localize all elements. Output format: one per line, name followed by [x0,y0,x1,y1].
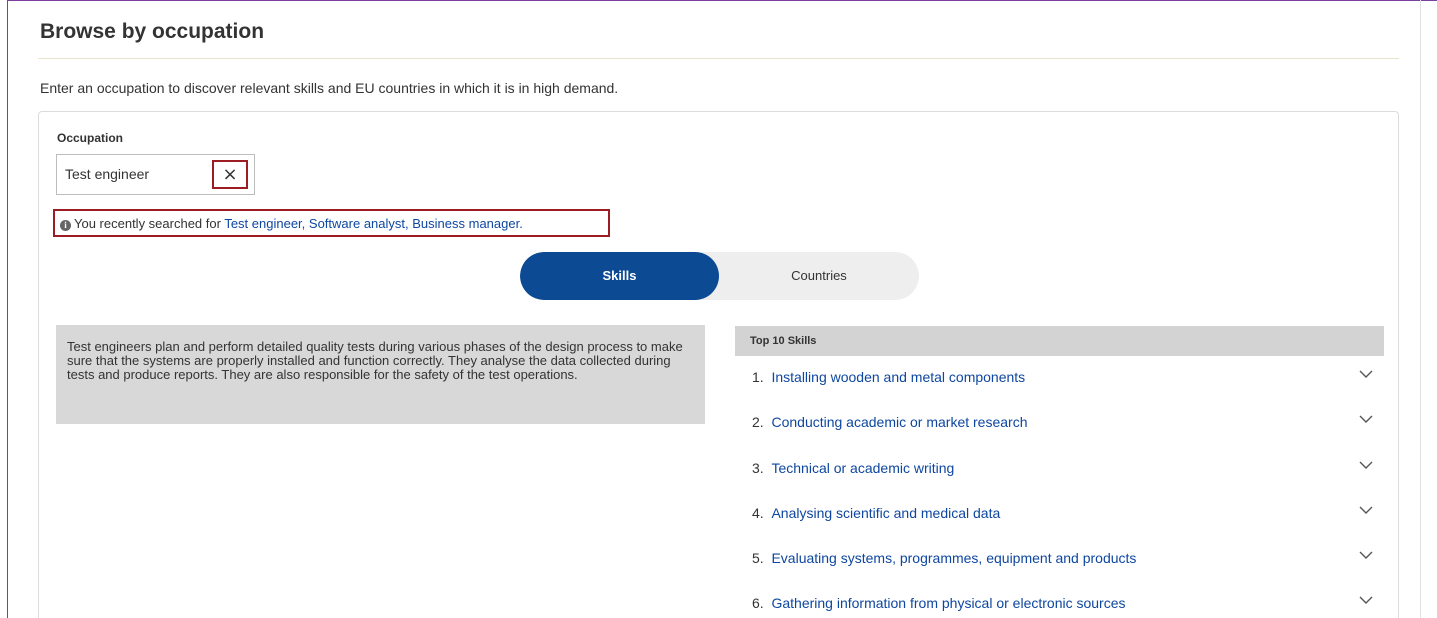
chevron-down-icon[interactable] [1358,547,1374,563]
chevron-down-icon[interactable] [1358,502,1374,518]
skill-number: 3. [752,460,764,476]
skill-label: Installing wooden and metal components [771,369,1026,385]
occupation-label: Occupation [57,131,124,145]
info-circle-icon: i [60,220,71,231]
skill-label: Technical or academic writing [771,460,955,476]
chevron-down-icon[interactable] [1358,592,1374,608]
skill-label: Gathering information from physical or e… [771,595,1126,611]
tab-skills[interactable]: Skills [520,252,719,300]
skill-item[interactable]: 5. Evaluating systems, programmes, equip… [735,543,1384,573]
skill-number: 4. [752,505,764,521]
skill-number: 2. [752,414,764,430]
skills-list-header: Top 10 Skills [735,326,1384,356]
close-icon: × [222,164,238,185]
skill-item[interactable]: 4. Analysing scientific and medical data [735,498,1384,528]
recent-suffix: . [519,216,523,231]
recent-link-software-analyst[interactable]: Software analyst [309,216,405,231]
intro-text: Enter an occupation to discover relevant… [40,80,619,96]
recent-link-test-engineer[interactable]: Test engineer [224,216,301,231]
view-toggle: Skills Countries [520,252,919,300]
skill-number: 6. [752,595,764,611]
clear-occupation-button[interactable]: × [212,160,248,189]
skill-item[interactable]: 3. Technical or academic writing [735,453,1384,483]
skill-label: Evaluating systems, programmes, equipmen… [771,550,1137,566]
skill-label: Analysing scientific and medical data [771,505,1001,521]
page-title: Browse by occupation [40,20,265,43]
chevron-down-icon[interactable] [1358,457,1374,473]
recent-searches: i You recently searched for Test engineer… [53,209,610,237]
occupation-description: Test engineers plan and perform detailed… [56,325,705,424]
skill-number: 1. [752,369,764,385]
tab-countries[interactable]: Countries [719,252,919,300]
chevron-down-icon[interactable] [1358,366,1374,382]
recent-link-business-manager[interactable]: Business manager [412,216,519,231]
skill-label: Conducting academic or market research [771,414,1028,430]
occupation-input[interactable] [65,164,210,184]
skill-item[interactable]: 1. Installing wooden and metal component… [735,362,1384,392]
chevron-down-icon[interactable] [1358,411,1374,427]
title-divider [38,58,1399,59]
skill-number: 5. [752,550,764,566]
right-rule [1420,0,1421,618]
recent-prefix: You recently searched for [74,216,225,231]
recent-separator: , [301,216,309,231]
occupation-field: × [56,154,255,195]
skill-item[interactable]: 2. Conducting academic or market researc… [735,407,1384,437]
skill-item[interactable]: 6. Gathering information from physical o… [735,588,1384,618]
